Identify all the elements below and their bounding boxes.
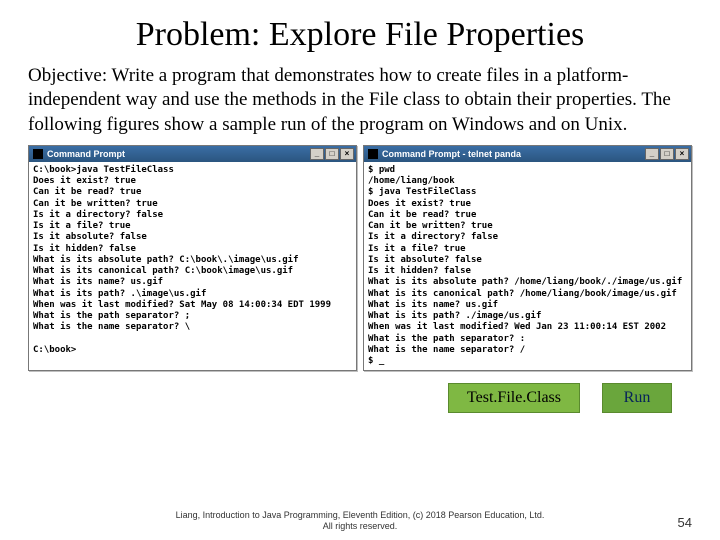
footer-line-1: Liang, Introduction to Java Programming,… xyxy=(0,510,720,521)
run-button[interactable]: Run xyxy=(602,383,672,413)
minimize-button[interactable]: _ xyxy=(310,148,324,160)
button-row: Test.File.Class Run xyxy=(28,383,692,413)
page-title: Problem: Explore File Properties xyxy=(28,16,692,54)
slide: Problem: Explore File Properties Objecti… xyxy=(0,0,720,540)
windows-terminal-title: Command Prompt xyxy=(47,149,125,159)
test-file-class-button[interactable]: Test.File.Class xyxy=(448,383,580,413)
unix-terminal: Command Prompt - telnet panda _ □ × $ pw… xyxy=(363,145,692,372)
windows-terminal-output: C:\book>java TestFileClass Does it exist… xyxy=(29,162,356,359)
maximize-button[interactable]: □ xyxy=(325,148,339,160)
terminal-row: Command Prompt _ □ × C:\book>java TestFi… xyxy=(28,145,692,372)
unix-terminal-title: Command Prompt - telnet panda xyxy=(382,149,521,159)
maximize-button[interactable]: □ xyxy=(660,148,674,160)
unix-terminal-output: $ pwd /home/liang/book $ java TestFileCl… xyxy=(364,162,691,371)
page-number: 54 xyxy=(678,515,692,530)
windows-terminal: Command Prompt _ □ × C:\book>java TestFi… xyxy=(28,145,357,372)
windows-terminal-titlebar: Command Prompt _ □ × xyxy=(29,146,356,162)
footer: Liang, Introduction to Java Programming,… xyxy=(0,510,720,532)
close-button[interactable]: × xyxy=(675,148,689,160)
close-button[interactable]: × xyxy=(340,148,354,160)
unix-terminal-titlebar: Command Prompt - telnet panda _ □ × xyxy=(364,146,691,162)
footer-line-2: All rights reserved. xyxy=(0,521,720,532)
objective-text: Objective: Write a program that demonstr… xyxy=(28,64,692,137)
cmd-icon xyxy=(33,149,43,159)
minimize-button[interactable]: _ xyxy=(645,148,659,160)
cmd-icon xyxy=(368,149,378,159)
